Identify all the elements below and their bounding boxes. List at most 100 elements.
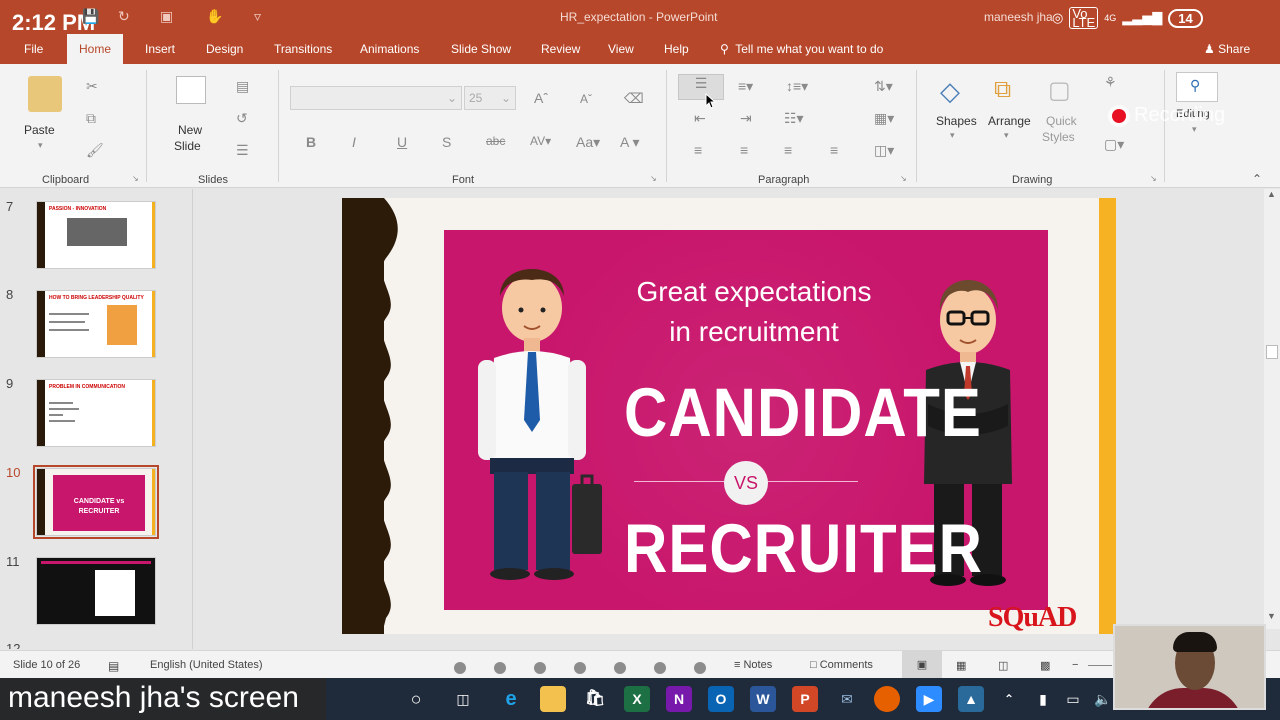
font-name-input[interactable]: ⌄	[290, 86, 462, 110]
text-direction-icon[interactable]: ⇅▾	[874, 78, 893, 95]
arrange-icon[interactable]: ⧉	[994, 76, 1011, 104]
slide-thumbnail-9[interactable]: PROBLEM IN COMMUNICATION	[36, 379, 156, 447]
word-icon[interactable]: W	[750, 686, 776, 712]
shape-effects-icon[interactable]: ▢▾	[1104, 136, 1124, 153]
shapes-icon[interactable]: ◇	[940, 76, 960, 107]
quick-styles-icon[interactable]: ▢	[1048, 76, 1071, 105]
clear-formatting-icon[interactable]: ⌫	[624, 90, 644, 107]
slide-sorter-icon[interactable]: ▦	[956, 659, 966, 672]
show-hidden-icons-icon[interactable]: ⌃	[996, 686, 1022, 712]
notes-button[interactable]: ≡ Notes	[734, 659, 772, 671]
drawing-launcher-icon[interactable]: ↘	[1150, 174, 1157, 183]
align-text-icon[interactable]: ▦▾	[874, 110, 894, 127]
clipboard-launcher-icon[interactable]: ↘	[132, 174, 139, 183]
decrease-indent-icon[interactable]: ⇤	[694, 110, 706, 127]
shapes-dropdown-icon[interactable]: ▾	[950, 130, 955, 141]
scroll-thumb[interactable]	[1266, 345, 1278, 359]
decrease-font-icon[interactable]: Aˇ	[580, 92, 592, 106]
paragraph-launcher-icon[interactable]: ↘	[900, 174, 907, 183]
tab-view[interactable]: View	[608, 42, 634, 56]
slide-thumbnail-11[interactable]	[36, 557, 156, 625]
zoom-out-icon[interactable]: −	[1072, 659, 1078, 671]
smartart-icon[interactable]: ◫▾	[874, 142, 894, 159]
slide-thumbnail-10[interactable]: CANDIDATE vs RECRUITER	[33, 465, 159, 539]
tab-transitions[interactable]: Transitions	[274, 42, 332, 56]
photos-icon[interactable]: ▲	[958, 686, 984, 712]
tab-review[interactable]: Review	[541, 42, 580, 56]
tab-slide-show[interactable]: Slide Show	[451, 42, 511, 56]
onenote-icon[interactable]: N	[666, 686, 692, 712]
slideshow-view-icon[interactable]: ▩	[1040, 659, 1050, 672]
arrange-dropdown-icon[interactable]: ▾	[1004, 130, 1009, 141]
save-icon[interactable]: 💾	[82, 8, 99, 25]
shape-fill-icon[interactable]: ⚘	[1104, 74, 1117, 91]
format-painter-icon[interactable]: 🖌	[86, 142, 104, 159]
line-spacing-icon[interactable]: ↕≡▾	[786, 78, 808, 95]
touch-mode-icon[interactable]: ✋	[206, 8, 223, 25]
font-launcher-icon[interactable]: ↘	[650, 174, 657, 183]
align-center-icon[interactable]: ≡	[740, 142, 748, 158]
copy-icon[interactable]: ⧉	[86, 110, 96, 127]
comments-button[interactable]: □ Comments	[810, 659, 873, 671]
search-circle-icon[interactable]: ○	[403, 686, 429, 712]
change-case-icon[interactable]: Aa▾	[576, 134, 600, 151]
cut-icon[interactable]: ✂	[86, 78, 98, 95]
tab-design[interactable]: Design	[206, 42, 243, 56]
edge-icon[interactable]: e	[498, 686, 524, 712]
increase-font-icon[interactable]: Aˆ	[534, 90, 548, 106]
reset-icon[interactable]: ↺	[236, 110, 248, 127]
scroll-up-icon[interactable]: ▲	[1267, 189, 1276, 199]
italic-icon[interactable]: I	[352, 134, 356, 150]
normal-view-icon[interactable]: ▣	[902, 651, 942, 678]
align-right-icon[interactable]: ≡	[784, 142, 792, 158]
task-view-icon[interactable]: ◫	[450, 686, 476, 712]
tab-home[interactable]: Home	[67, 34, 124, 64]
reading-view-icon[interactable]: ◫	[998, 659, 1008, 672]
strikethrough-icon[interactable]: abc	[486, 134, 505, 148]
store-icon[interactable]: 🛍	[582, 686, 608, 712]
excel-icon[interactable]: X	[624, 686, 650, 712]
firefox-icon[interactable]	[874, 686, 900, 712]
zoom-icon[interactable]: ▶	[916, 686, 942, 712]
collapse-ribbon-icon[interactable]: ⌃	[1252, 172, 1262, 186]
powerpoint-icon[interactable]: P	[792, 686, 818, 712]
slide-thumbnail-7[interactable]: PASSION - INNOVATION	[36, 201, 156, 269]
zoom-slider[interactable]	[1088, 665, 1112, 666]
usb-icon[interactable]: ▮	[1030, 686, 1056, 712]
language-indicator[interactable]: English (United States)	[150, 659, 263, 671]
tab-help[interactable]: Help	[664, 42, 689, 56]
slide-thumbnail-8[interactable]: HOW TO BRING LEADERSHIP QUALITY	[36, 290, 156, 358]
tab-file[interactable]: File	[24, 42, 43, 56]
tell-me-search[interactable]: ⚲ Tell me what you want to do	[720, 42, 883, 56]
align-left-icon[interactable]: ≡	[694, 142, 702, 158]
vertical-scrollbar[interactable]: ▲ ▼	[1264, 189, 1280, 629]
section-icon[interactable]: ☰	[236, 142, 249, 159]
scroll-down-icon[interactable]: ▼	[1267, 611, 1276, 621]
bold-icon[interactable]: B	[306, 134, 316, 150]
customize-qat-icon[interactable]: ▿	[254, 8, 261, 25]
char-spacing-icon[interactable]: AV▾	[530, 134, 551, 148]
layout-icon[interactable]: ▤	[236, 78, 249, 95]
paste-dropdown-icon[interactable]: ▾	[38, 140, 43, 151]
underline-icon[interactable]: U	[397, 134, 407, 150]
outlook-icon[interactable]: O	[708, 686, 734, 712]
shadow-icon[interactable]: S	[442, 134, 451, 150]
spellcheck-icon[interactable]: ▤	[108, 659, 119, 673]
tab-insert[interactable]: Insert	[145, 42, 175, 56]
columns-icon[interactable]: ☷▾	[784, 110, 804, 127]
new-slide-icon[interactable]	[176, 76, 206, 104]
increase-indent-icon[interactable]: ⇥	[740, 110, 752, 127]
font-size-input[interactable]: 25 ⌄	[464, 86, 516, 110]
current-slide[interactable]: Great expectations in recruitment CANDID…	[342, 198, 1116, 634]
numbering-icon[interactable]: ≡▾	[738, 78, 753, 95]
battery-tray-icon[interactable]: ▭	[1060, 686, 1086, 712]
redo-icon[interactable]: ↻	[118, 8, 130, 25]
thunderbird-icon[interactable]: ✉	[834, 686, 860, 712]
file-explorer-icon[interactable]	[540, 686, 566, 712]
find-button[interactable]: ⚲	[1176, 72, 1218, 102]
account-name[interactable]: maneesh jha	[984, 10, 1053, 24]
share-button[interactable]: ♟ Share	[1204, 42, 1250, 56]
tab-animations[interactable]: Animations	[360, 42, 419, 56]
justify-icon[interactable]: ≡	[830, 142, 838, 158]
bullets-icon[interactable]: ☰	[678, 74, 724, 100]
